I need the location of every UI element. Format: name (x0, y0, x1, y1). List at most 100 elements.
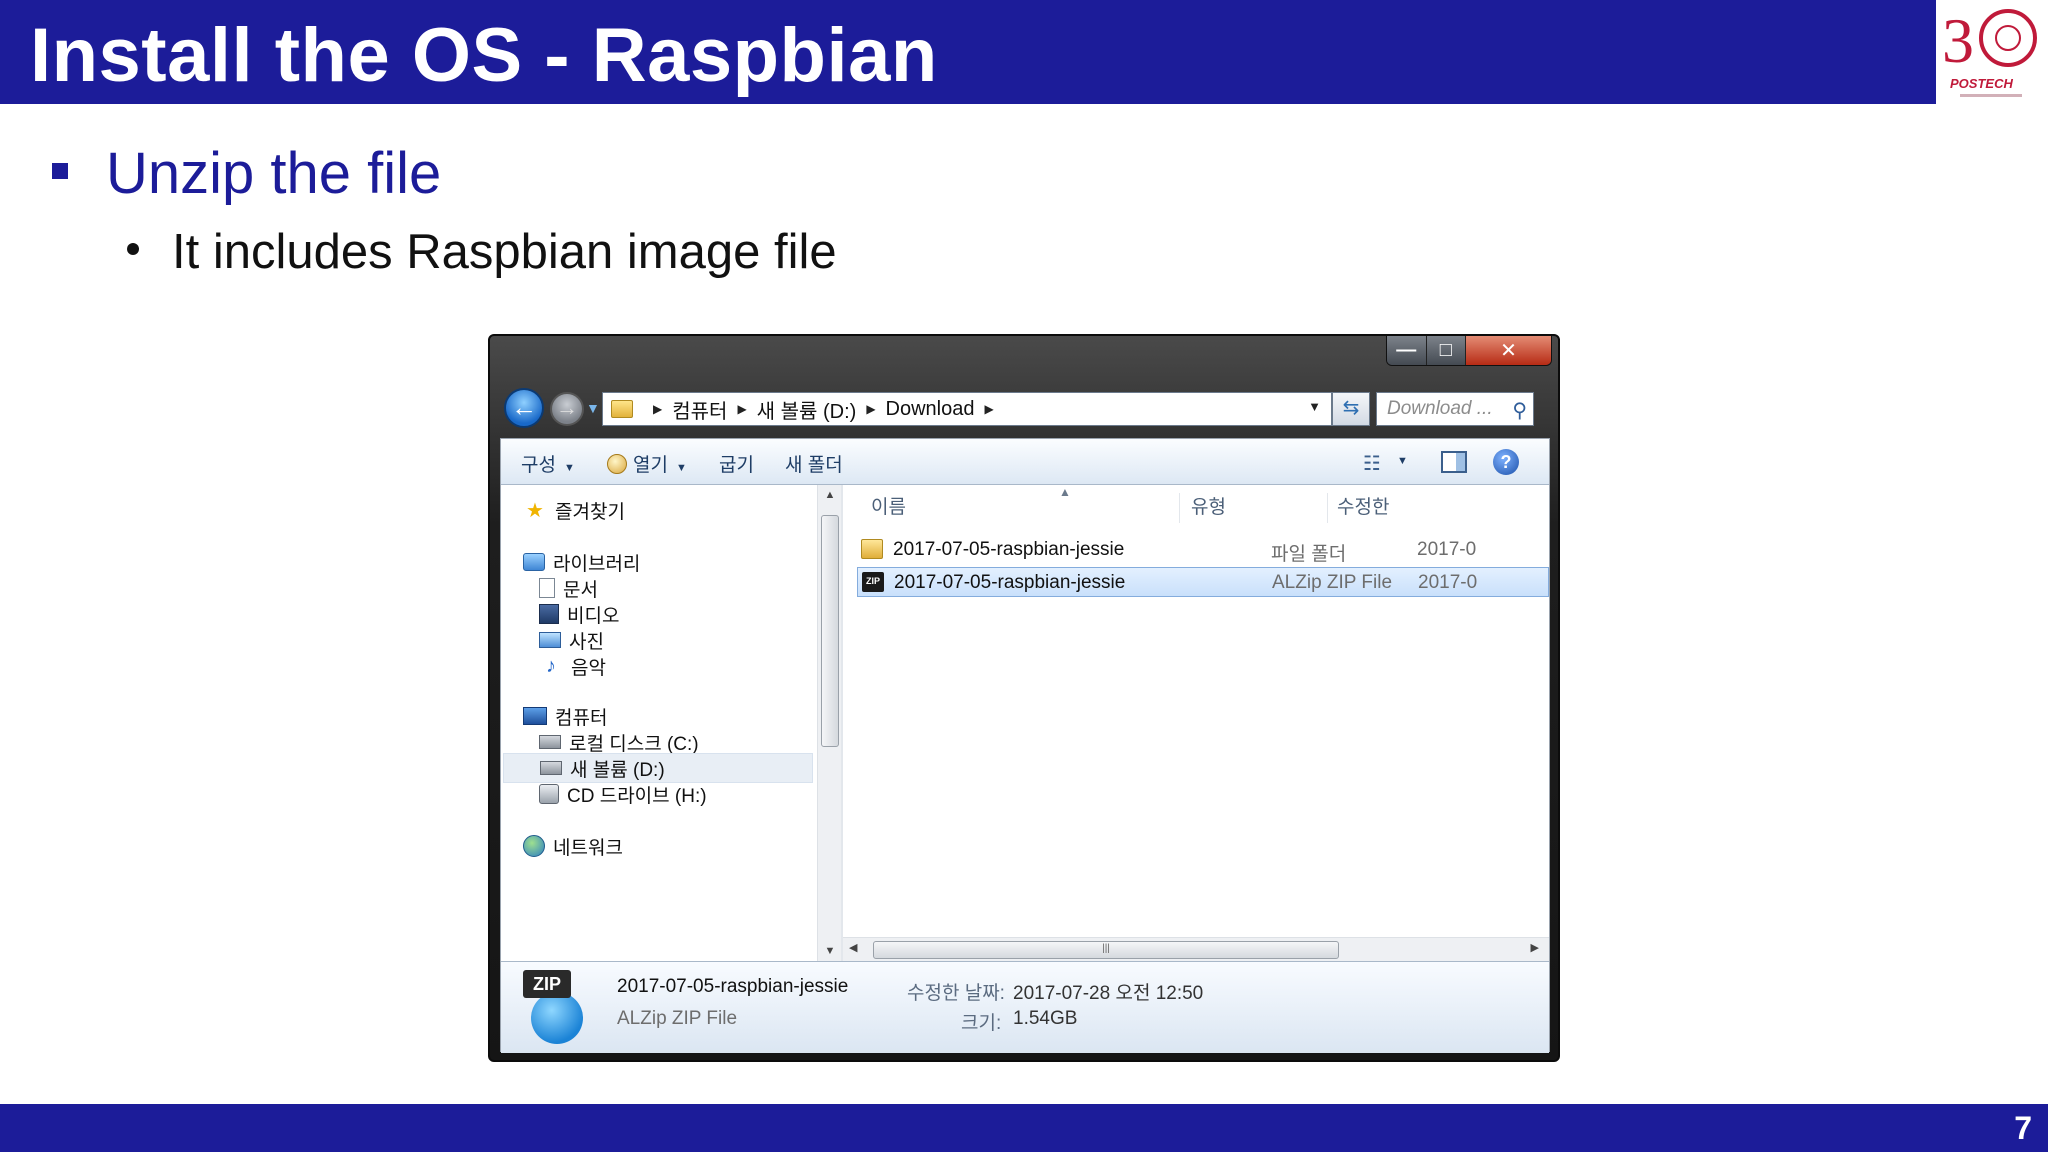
details-file-name: 2017-07-05-raspbian-jessie (617, 976, 849, 997)
recent-pages-dropdown-icon[interactable]: ▼ (586, 400, 600, 416)
column-separator[interactable] (1179, 493, 1180, 523)
file-type: ALZip ZIP File (1272, 572, 1393, 593)
nav-new-volume-label: 새 볼륨 (D:) (570, 759, 665, 781)
library-icon (523, 553, 545, 571)
nav-pictures-label: 사진 (569, 631, 604, 653)
minimize-button[interactable]: — (1387, 336, 1427, 365)
change-view-icon[interactable]: ☷ (1363, 451, 1381, 476)
slide-title: Install the OS - Raspbian (30, 13, 938, 98)
zip-file-large-icon: ZIP (523, 970, 585, 1044)
nav-network[interactable]: 네트워크 (523, 831, 623, 861)
file-date: 2017-0 (1417, 539, 1477, 560)
scroll-down-arrow-icon[interactable]: ▼ (818, 945, 842, 957)
nav-documents-label: 문서 (563, 579, 598, 601)
scrollbar-thumb[interactable]: ||| (873, 941, 1339, 959)
navigation-pane: ★ 즐겨찾기 라이브러리 문서 비디오 사진 ♪ 음악 컴퓨터 로컬 디스크 (C:… (501, 485, 841, 961)
details-modified-value: 2017-07-28 오전 12:50 (1013, 983, 1204, 1004)
nav-pane-scrollbar[interactable]: ▲ ▼ (817, 485, 841, 961)
command-toolbar: 구성 ▼ 열기 ▼ 굽기 새 폴더 ☷ ▼ ? (501, 439, 1549, 485)
drive-icon (540, 761, 562, 775)
maximize-button[interactable]: □ (1426, 336, 1467, 365)
hard-drive-icon (539, 735, 561, 749)
star-icon: ★ (526, 499, 544, 522)
organize-label: 구성 (521, 455, 556, 476)
scroll-left-arrow-icon[interactable]: ◀ (849, 941, 857, 954)
search-input[interactable] (1377, 393, 1497, 425)
burn-button[interactable]: 굽기 (719, 450, 754, 477)
file-list: 이름 ▲ 유형 수정한 2017-07-05-raspbian-jessie 파… (843, 485, 1549, 961)
column-separator[interactable] (1327, 493, 1328, 523)
nav-videos-label: 비디오 (567, 605, 620, 627)
organize-button[interactable]: 구성 ▼ (521, 450, 575, 477)
file-name: 2017-07-05-raspbian-jessie (894, 572, 1126, 593)
globe-icon (531, 992, 583, 1044)
search-icon[interactable]: ⚲ (1512, 398, 1527, 423)
file-type: 파일 폴더 (1271, 544, 1347, 565)
forward-button[interactable]: → (550, 392, 584, 426)
breadcrumb-computer[interactable]: 컴퓨터 (672, 395, 727, 424)
refresh-button[interactable]: ⇆ (1332, 392, 1370, 426)
preview-pane-icon[interactable] (1441, 451, 1467, 473)
zip-tag: ZIP (523, 970, 571, 998)
details-pane: ZIP 2017-07-05-raspbian-jessie ALZip ZIP… (501, 961, 1549, 1053)
chevron-down-icon[interactable]: ▼ (1397, 455, 1408, 467)
open-button[interactable]: 열기 ▼ (607, 450, 687, 477)
column-header-name[interactable]: 이름 (871, 485, 906, 531)
breadcrumb-separator-icon[interactable]: ▶ (985, 402, 994, 416)
postech-30th-logo: 3 POSTECH (1936, 0, 2048, 104)
folder-icon (611, 400, 633, 418)
scroll-right-arrow-icon[interactable]: ▶ (1531, 941, 1539, 954)
open-label: 열기 (633, 455, 668, 476)
close-button[interactable]: ✕ (1466, 336, 1551, 365)
details-modified-label: 수정한 날짜: (907, 983, 1005, 1004)
document-icon (539, 578, 555, 598)
window-controls: — □ ✕ (1386, 336, 1552, 366)
chevron-down-icon: ▼ (563, 462, 575, 474)
breadcrumb-download[interactable]: Download (886, 398, 975, 421)
breadcrumb-new-volume[interactable]: 새 볼륨 (D:) (757, 395, 857, 424)
new-folder-button[interactable]: 새 폴더 (785, 450, 843, 477)
column-header-type[interactable]: 유형 (1191, 485, 1226, 531)
nav-cd-drive-label: CD 드라이브 (H:) (567, 785, 707, 807)
title-bar: Install the OS - Raspbian (0, 0, 1936, 104)
logo-emblem-icon: 3 POSTECH (1942, 5, 2037, 97)
nav-libraries-label: 라이브러리 (553, 553, 641, 575)
explorer-client-area: 구성 ▼ 열기 ▼ 굽기 새 폴더 ☷ ▼ ? ★ 즐겨찾기 라이브러리 문서 비디오… (500, 438, 1550, 1053)
scrollbar-thumb[interactable] (821, 515, 839, 747)
nav-music[interactable]: ♪ 음악 (539, 651, 606, 681)
nav-favorites[interactable]: ★ 즐겨찾기 (523, 495, 625, 525)
breadcrumb-separator-icon[interactable]: ▶ (866, 402, 875, 416)
chevron-down-icon: ▼ (675, 462, 687, 474)
sort-ascending-icon: ▲ (1059, 485, 1071, 499)
logo-wordmark: POSTECH (1950, 76, 2013, 91)
bullet-dot-icon (127, 243, 139, 255)
bullet-main: Unzip the file (106, 141, 442, 206)
back-button[interactable]: ← (504, 388, 544, 428)
explorer-window: — □ ✕ ← → ▼ ▶ 컴퓨터 ▶ 새 볼륨 (D:) ▶ Download… (488, 334, 1560, 1062)
zip-file-icon: ZIP (862, 572, 884, 592)
breadcrumb-separator-icon[interactable]: ▶ (737, 402, 746, 416)
bullet-square-icon (52, 163, 68, 179)
file-row-folder[interactable]: 2017-07-05-raspbian-jessie 파일 폴더 2017-0 (857, 535, 1549, 565)
nav-music-label: 음악 (571, 657, 606, 679)
file-row-zip[interactable]: ZIP 2017-07-05-raspbian-jessie ALZip ZIP… (857, 567, 1549, 597)
address-bar[interactable]: ▶ 컴퓨터 ▶ 새 볼륨 (D:) ▶ Download ▶ ▼ (602, 392, 1332, 426)
details-size-value: 1.54GB (1013, 1008, 1078, 1029)
file-list-horizontal-scrollbar[interactable]: ◀ ||| ▶ (843, 937, 1549, 961)
svg-text:3: 3 (1942, 5, 1974, 76)
scroll-up-arrow-icon[interactable]: ▲ (818, 489, 842, 501)
file-date: 2017-0 (1418, 572, 1478, 593)
bullet-sub: It includes Raspbian image file (172, 225, 837, 279)
address-dropdown-icon[interactable]: ▼ (1308, 399, 1321, 414)
breadcrumb-separator-icon[interactable]: ▶ (653, 402, 662, 416)
column-header-modified[interactable]: 수정한 (1337, 485, 1389, 531)
page-number: 7 (2014, 1110, 2032, 1146)
nav-local-disk-label: 로컬 디스크 (C:) (569, 733, 699, 755)
nav-computer-label: 컴퓨터 (555, 707, 608, 729)
folder-icon (861, 539, 883, 559)
navigation-bar: ← → ▼ ▶ 컴퓨터 ▶ 새 볼륨 (D:) ▶ Download ▶ ▼ ⇆… (504, 388, 1548, 428)
open-program-icon (607, 454, 627, 474)
details-file-type: ALZip ZIP File (617, 1008, 738, 1029)
help-icon[interactable]: ? (1493, 449, 1519, 475)
nav-cd-drive[interactable]: CD 드라이브 (H:) (539, 779, 707, 809)
